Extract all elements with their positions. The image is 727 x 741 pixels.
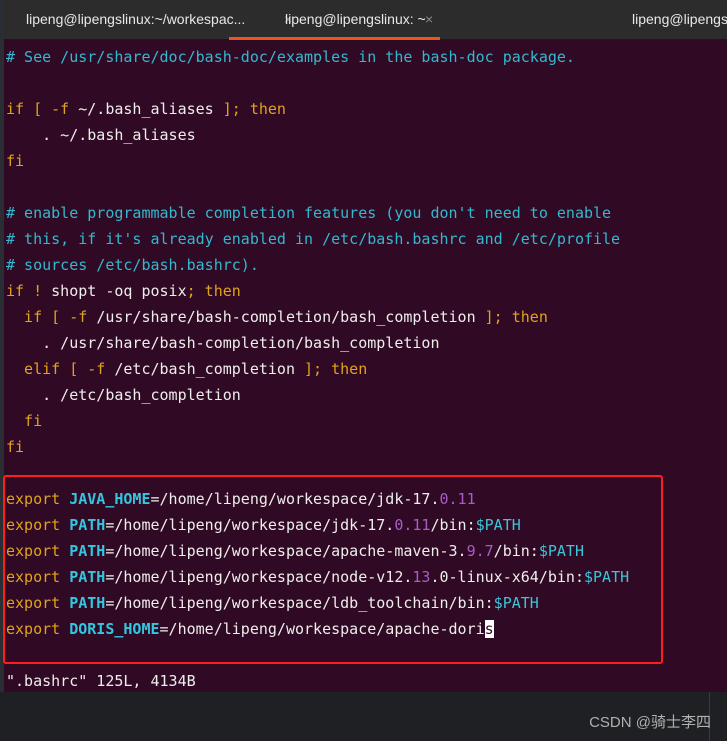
code-line: fi — [6, 434, 24, 460]
code-line: . /etc/bash_completion — [6, 382, 241, 408]
tab-label: lipeng@lipengslinux — [632, 11, 727, 27]
code-token: shopt -oq posix — [51, 282, 187, 300]
code-line: fi — [6, 148, 24, 174]
code-token: if [ -f — [6, 100, 79, 118]
code-token: ".bashrc" 125L, 4134B — [6, 672, 196, 690]
code-line: . ~/.bash_aliases — [6, 122, 196, 148]
code-token: ]; then — [484, 308, 548, 326]
code-line: if [ -f ~/.bash_aliases ]; then — [6, 96, 286, 122]
code-line: fi — [6, 408, 42, 434]
code-token: . /usr/share/bash-completion/bash_comple… — [6, 334, 440, 352]
watermark: CSDN @骑士李四 — [589, 714, 711, 731]
tab-label: lipeng@lipengslinux: ~ — [285, 11, 426, 27]
code-token: . ~/.bash_aliases — [6, 126, 196, 144]
code-line: # enable programmable completion feature… — [6, 200, 611, 226]
code-line: if ! shopt -oq posix; then — [6, 278, 241, 304]
code-token: /usr/share/bash-completion/bash_completi… — [96, 308, 485, 326]
code-token: ~/.bash_aliases — [78, 100, 223, 118]
tab-home[interactable]: lipeng@lipengslinux: ~ × — [229, 0, 440, 40]
code-token: # enable programmable completion feature… — [6, 204, 612, 222]
code-line: if [ -f /usr/share/bash-completion/bash_… — [6, 304, 548, 330]
code-token: fi — [6, 152, 25, 170]
code-token: # See /usr/share/doc/bash-doc/examples i… — [6, 48, 575, 66]
code-token: elif [ -f — [6, 360, 115, 378]
code-token: . /etc/bash_completion — [6, 386, 241, 404]
close-icon[interactable]: × — [425, 0, 433, 37]
tab-label: lipeng@lipengslinux:~/workespac... — [26, 11, 246, 27]
code-token: ]; then — [304, 360, 368, 378]
code-token: ]; then — [222, 100, 286, 118]
code-token: /etc/bash_completion — [114, 360, 305, 378]
code-line: elif [ -f /etc/bash_completion ]; then — [6, 356, 367, 382]
code-token: ; then — [186, 282, 241, 300]
tab-bar: lipeng@lipengslinux:~/workespac... × lip… — [4, 0, 727, 40]
code-token: fi — [6, 438, 25, 456]
code-line: . /usr/share/bash-completion/bash_comple… — [6, 330, 439, 356]
code-token: fi — [6, 412, 43, 430]
status-line: ".bashrc" 125L, 4134B — [6, 668, 196, 694]
code-line: # sources /etc/bash.bashrc). — [6, 252, 259, 278]
code-token: # sources /etc/bash.bashrc). — [6, 256, 259, 274]
code-line: # this, if it's already enabled in /etc/… — [6, 226, 620, 252]
code-token: if ! — [6, 282, 52, 300]
highlight-box — [3, 475, 663, 664]
code-line: # See /usr/share/doc/bash-doc/examples i… — [6, 44, 575, 70]
code-token: # this, if it's already enabled in /etc/… — [6, 230, 621, 248]
tab-third[interactable]: lipeng@lipengslinux — [440, 0, 727, 40]
code-token: if [ -f — [6, 308, 97, 326]
